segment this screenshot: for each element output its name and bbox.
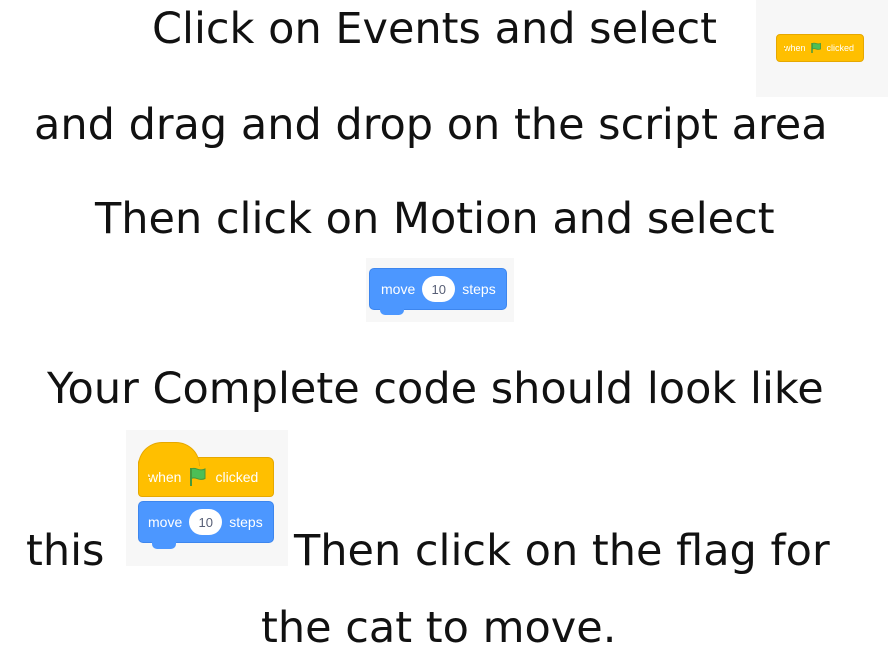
complete-code-snippet: when clicked move 10 steps bbox=[126, 430, 288, 566]
instruction-line-5-end: Then click on the flag for bbox=[294, 526, 830, 576]
when-flag-clicked-snippet: when clicked bbox=[756, 0, 888, 97]
script-clicked-label: clicked bbox=[215, 469, 259, 485]
instruction-line-4: Your Complete code should look like bbox=[47, 364, 824, 414]
block-steps-label: steps bbox=[462, 281, 496, 297]
steps-value-input[interactable]: 10 bbox=[422, 276, 456, 302]
script-steps-label: steps bbox=[229, 514, 263, 530]
instruction-line-5-start: this bbox=[26, 526, 105, 576]
block-bottom-notch bbox=[380, 309, 404, 315]
instruction-line-3: Then click on Motion and select bbox=[95, 194, 775, 244]
move-steps-snippet: move 10 steps bbox=[366, 258, 514, 322]
block-when-label: when bbox=[784, 43, 806, 53]
move-steps-block: move 10 steps bbox=[369, 268, 507, 310]
instruction-line-6: the cat to move. bbox=[261, 603, 617, 652]
instruction-line-2: and drag and drop on the script area bbox=[34, 100, 828, 150]
script-move-steps-block: move 10 steps bbox=[138, 501, 274, 543]
block-clicked-label: clicked bbox=[826, 43, 855, 53]
instruction-line-1: Click on Events and select bbox=[152, 4, 717, 54]
script-steps-value-input[interactable]: 10 bbox=[189, 509, 223, 535]
when-flag-clicked-block: when clicked bbox=[776, 34, 864, 62]
block-move-label: move bbox=[381, 281, 416, 297]
script-when-label: when bbox=[148, 469, 182, 485]
green-flag-icon bbox=[810, 42, 822, 54]
hat-top-curve bbox=[138, 442, 200, 466]
script-move-label: move bbox=[148, 514, 183, 530]
green-flag-icon bbox=[189, 467, 207, 487]
script-bottom-notch bbox=[152, 542, 176, 549]
